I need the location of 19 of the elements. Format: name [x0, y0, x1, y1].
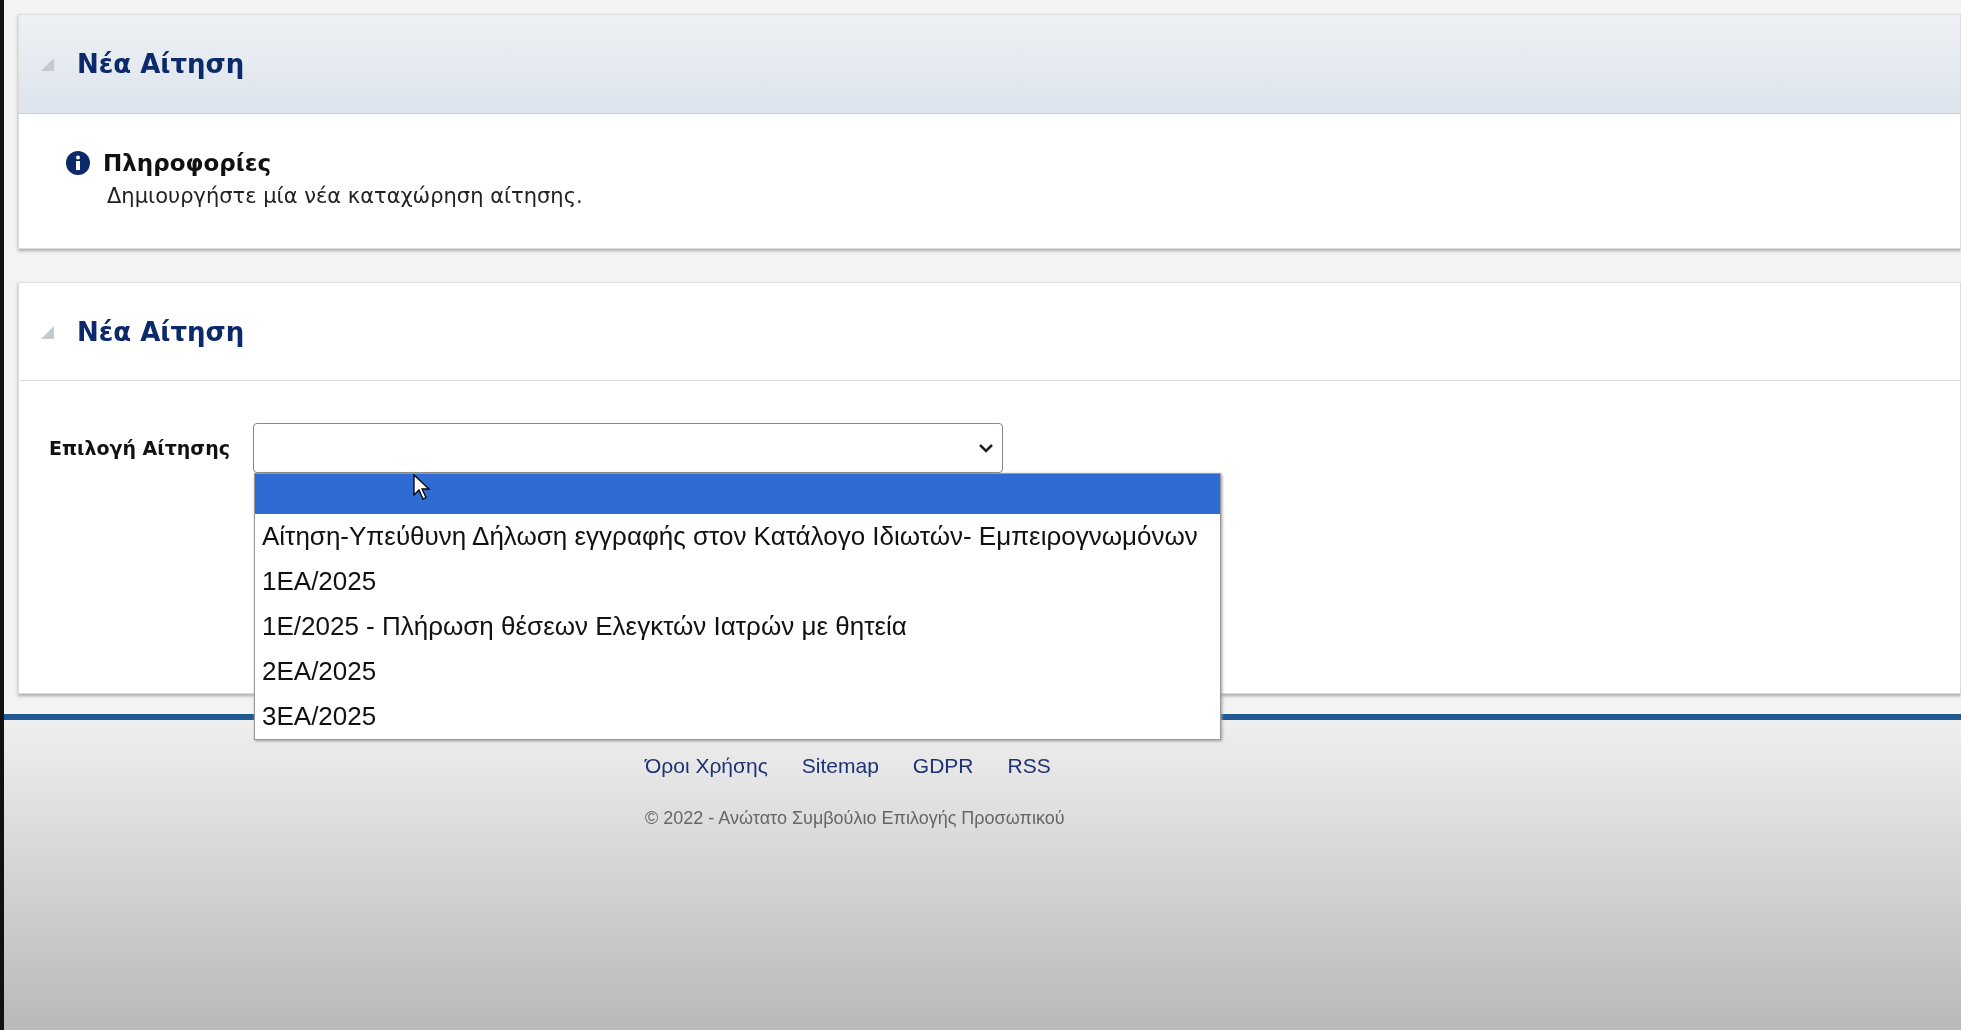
copyright-text: © 2022 - Ανώτατο Συμβούλιο Επιλογής Προσωπικού — [645, 808, 1066, 829]
dropdown-option[interactable]: 2ΕΑ/2025 — [255, 649, 1220, 694]
collapse-icon[interactable] — [39, 56, 55, 72]
panel-title: Νέα Αίτηση — [77, 49, 245, 79]
footer-link[interactable]: GDPR — [912, 754, 974, 778]
info-text: Δημιουργήστε μία νέα καταχώρηση αίτησης. — [107, 184, 584, 208]
field-label: Επιλογή Αίτησης — [49, 437, 231, 459]
application-select[interactable] — [253, 423, 1003, 473]
dropdown-option[interactable]: Αίτηση-Υπεύθυνη Δήλωση εγγραφής στον Κατάλογο Ιδιωτών- Εμπειρογνωμόνων — [255, 514, 1220, 559]
dropdown-option[interactable]: 1ΕΑ/2025 — [255, 559, 1220, 604]
info-icon — [65, 150, 91, 176]
panel-title: Νέα Αίτηση — [77, 316, 245, 347]
footer-link[interactable]: Sitemap — [801, 754, 879, 778]
info-title: Πληροφορίες — [103, 150, 272, 176]
chevron-icon — [978, 442, 994, 454]
footer-link[interactable]: Όροι Χρήσης — [645, 754, 768, 778]
footer-link[interactable]: RSS — [1007, 754, 1051, 778]
dropdown-option[interactable]: 3ΕΑ/2025 — [255, 694, 1220, 739]
dropdown-option[interactable]: 1Ε/2025 - Πλήρωση θέσεων Ελεγκτών Ιατρών με θητεία — [255, 604, 1220, 649]
